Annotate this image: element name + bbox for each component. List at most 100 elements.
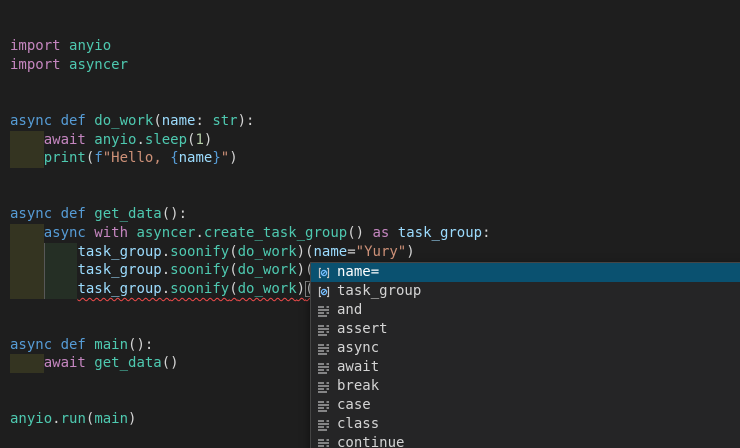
- suggestion-label: name=: [337, 263, 379, 282]
- indent-highlight: [10, 243, 44, 262]
- code-token: ): [204, 132, 212, 148]
- symbol-keyword-icon: [316, 436, 332, 448]
- code-token: await: [44, 355, 95, 371]
- suggestion-name[interactable]: name=: [311, 263, 740, 282]
- code-token: asyncer: [69, 57, 128, 73]
- line-content: async def do_work(name: str):: [10, 113, 254, 129]
- suggestion-label: async: [337, 339, 379, 358]
- line-content: async def main():: [10, 337, 153, 353]
- suggestion-task_group[interactable]: task_group: [311, 282, 740, 301]
- suggestion-label: assert: [337, 320, 388, 339]
- code-token: "Hello,: [103, 150, 170, 166]
- code-line: print(f"Hello, {name}"): [0, 149, 740, 168]
- indent-highlight: [10, 131, 44, 150]
- suggestion-label: class: [337, 415, 379, 434]
- code-token: .: [162, 262, 170, 278]
- code-token: "Yury": [356, 244, 407, 260]
- code-token: (: [229, 281, 237, 297]
- suggestion-label: case: [337, 396, 371, 415]
- code-token: create_task_group: [204, 225, 347, 241]
- code-token: name: [314, 244, 348, 260]
- suggestion-label: break: [337, 377, 379, 396]
- suggestion-class[interactable]: class: [311, 415, 740, 434]
- code-token: do_work: [238, 281, 297, 297]
- code-line: async def do_work(name: str):: [0, 112, 740, 131]
- code-token: import: [10, 38, 69, 54]
- code-token: (: [229, 262, 237, 278]
- suggestion-await[interactable]: await: [311, 358, 740, 377]
- suggestion-assert[interactable]: assert: [311, 320, 740, 339]
- code-token: 1: [195, 132, 203, 148]
- code-token: do_work: [238, 244, 297, 260]
- code-token: async: [44, 225, 95, 241]
- autocomplete-popup[interactable]: name= task_group and assert: [310, 262, 740, 448]
- code-token: anyio: [69, 38, 111, 54]
- code-token: task_group: [398, 225, 482, 241]
- code-token: (): [162, 355, 179, 371]
- code-token: (): [347, 225, 372, 241]
- code-token: anyio: [94, 132, 136, 148]
- code-token: str: [212, 113, 237, 129]
- code-token: task_group: [77, 244, 161, 260]
- code-line: async with asyncer.create_task_group() a…: [0, 224, 740, 243]
- suggestion-and[interactable]: and: [311, 301, 740, 320]
- line-content: task_group.soonify(do_work)(name="Yury"): [77, 244, 414, 260]
- code-token: main: [94, 337, 128, 353]
- line-content: async def get_data():: [10, 206, 187, 222]
- code-token: async def: [10, 113, 94, 129]
- code-token: ():: [128, 337, 153, 353]
- symbol-keyword-icon: [316, 341, 332, 357]
- code-line: await anyio.sleep(1): [0, 131, 740, 150]
- indent-highlight: [10, 354, 44, 373]
- code-token: task_group: [77, 281, 161, 297]
- code-token: )(: [297, 244, 314, 260]
- code-token: asyncer: [136, 225, 195, 241]
- code-token: .: [136, 132, 144, 148]
- code-token: name: [162, 113, 196, 129]
- line-content: anyio.run(main): [10, 411, 136, 427]
- line-content: import anyio: [10, 38, 111, 54]
- code-token: print: [44, 150, 86, 166]
- line-content: print(f"Hello, {name}"): [44, 150, 238, 166]
- code-token: .: [52, 411, 60, 427]
- code-token: ): [406, 244, 414, 260]
- indent-highlight: [44, 261, 78, 280]
- code-token: f: [94, 150, 102, 166]
- code-token: soonify: [170, 244, 229, 260]
- code-token: do_work: [238, 262, 297, 278]
- indent-highlight: [44, 243, 78, 262]
- suggestion-async[interactable]: async: [311, 339, 740, 358]
- code-token: task_group: [77, 262, 161, 278]
- code-token: name: [179, 150, 213, 166]
- code-token: .: [162, 281, 170, 297]
- error-squiggle-text: task_group.soonify(do_work)(): [77, 281, 322, 297]
- code-token: ": [221, 150, 229, 166]
- code-token: do_work: [94, 113, 153, 129]
- code-token: (: [153, 113, 161, 129]
- symbol-keyword-icon: [316, 322, 332, 338]
- indent-highlight: [10, 280, 44, 299]
- code-token: :: [195, 113, 212, 129]
- line-content: await get_data(): [44, 355, 179, 371]
- code-token: ): [297, 281, 305, 297]
- code-token: {: [170, 150, 178, 166]
- code-line: [0, 75, 740, 94]
- code-token: .: [195, 225, 203, 241]
- code-token: import: [10, 57, 69, 73]
- code-line: [0, 168, 740, 187]
- symbol-variable-icon: [316, 265, 332, 281]
- suggestion-continue[interactable]: continue: [311, 434, 740, 448]
- code-line: task_group.soonify(do_work)(name="Yury"): [0, 243, 740, 262]
- suggestion-case[interactable]: case: [311, 396, 740, 415]
- code-token: await: [44, 132, 95, 148]
- symbol-keyword-icon: [316, 417, 332, 433]
- suggestion-break[interactable]: break: [311, 377, 740, 396]
- symbol-variable-icon: [316, 284, 332, 300]
- suggestion-label: and: [337, 301, 362, 320]
- code-line: [0, 93, 740, 112]
- line-content: await anyio.sleep(1): [44, 132, 213, 148]
- code-token: soonify: [170, 262, 229, 278]
- code-token: sleep: [145, 132, 187, 148]
- code-token: get_data: [94, 206, 161, 222]
- code-token: anyio: [10, 411, 52, 427]
